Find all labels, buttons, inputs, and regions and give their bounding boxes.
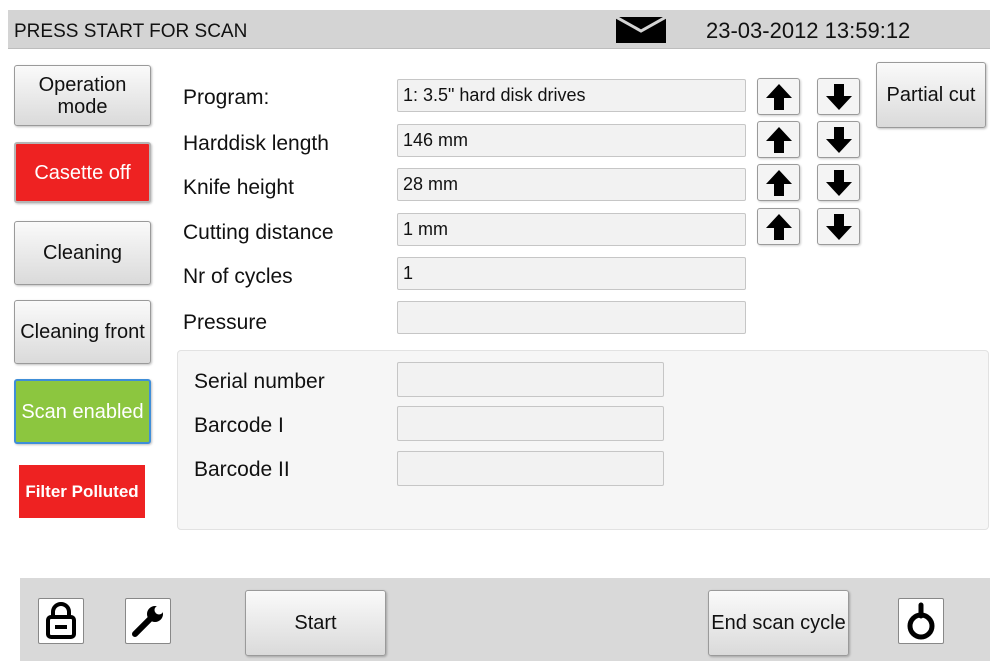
barcode-2-label: Barcode II	[194, 458, 290, 481]
partial-cut-button[interactable]: Partial cut	[876, 62, 986, 128]
power-icon	[907, 602, 935, 640]
program-field[interactable]: 1: 3.5" hard disk drives	[397, 79, 746, 112]
datetime: 23-03-2012 13:59:12	[706, 18, 911, 43]
arrow-down-icon	[825, 83, 852, 110]
cutting-distance-up-button[interactable]	[757, 208, 800, 245]
knife-height-field[interactable]: 28 mm	[397, 168, 746, 201]
harddisk-length-label: Harddisk length	[183, 132, 329, 155]
pressure-field[interactable]	[397, 301, 746, 334]
arrow-up-icon	[765, 83, 792, 110]
power-button[interactable]	[898, 598, 944, 644]
knife-height-down-button[interactable]	[817, 164, 860, 201]
arrow-down-icon	[825, 169, 852, 196]
wrench-icon	[132, 605, 164, 637]
cutting-distance-label: Cutting distance	[183, 221, 334, 244]
start-button[interactable]: Start	[245, 590, 386, 656]
program-label: Program:	[183, 86, 270, 109]
operation-mode-button[interactable]: Operation mode	[14, 65, 151, 126]
barcode-1-label: Barcode I	[194, 414, 284, 437]
end-scan-cycle-button[interactable]: End scan cycle	[708, 590, 849, 656]
serial-number-label: Serial number	[194, 370, 325, 393]
cleaning-front-button[interactable]: Cleaning front	[14, 300, 151, 364]
arrow-up-icon	[765, 213, 792, 240]
arrow-up-icon	[765, 169, 792, 196]
pressure-label: Pressure	[183, 311, 268, 334]
status-message: PRESS START FOR SCAN	[14, 21, 248, 42]
program-up-button[interactable]	[757, 78, 800, 115]
harddisk-length-field[interactable]: 146 mm	[397, 124, 746, 157]
status-bar: PRESS START FOR SCAN 23-03-2012 13:59:12	[8, 10, 990, 49]
knife-height-label: Knife height	[183, 176, 294, 199]
arrow-up-icon	[765, 126, 792, 153]
casette-off-button[interactable]: Casette off	[14, 142, 151, 203]
envelope-icon[interactable]	[615, 15, 667, 43]
lock-icon	[46, 602, 76, 639]
cutting-distance-field[interactable]: 1 mm	[397, 213, 746, 246]
knife-height-up-button[interactable]	[757, 164, 800, 201]
serial-number-field[interactable]	[397, 362, 664, 397]
nr-of-cycles-field[interactable]: 1	[397, 257, 746, 290]
barcode-1-field[interactable]	[397, 406, 664, 441]
lock-button[interactable]	[38, 598, 84, 644]
harddisk-length-up-button[interactable]	[757, 121, 800, 158]
cutting-distance-down-button[interactable]	[817, 208, 860, 245]
barcode-2-field[interactable]	[397, 451, 664, 486]
filter-polluted-badge: Filter Polluted	[19, 465, 145, 518]
arrow-down-icon	[825, 126, 852, 153]
cleaning-button[interactable]: Cleaning	[14, 221, 151, 285]
arrow-down-icon	[825, 213, 852, 240]
wrench-button[interactable]	[125, 598, 171, 644]
nr-of-cycles-label: Nr of cycles	[183, 265, 293, 288]
harddisk-length-down-button[interactable]	[817, 121, 860, 158]
scan-enabled-button[interactable]: Scan enabled	[14, 379, 151, 444]
program-down-button[interactable]	[817, 78, 860, 115]
